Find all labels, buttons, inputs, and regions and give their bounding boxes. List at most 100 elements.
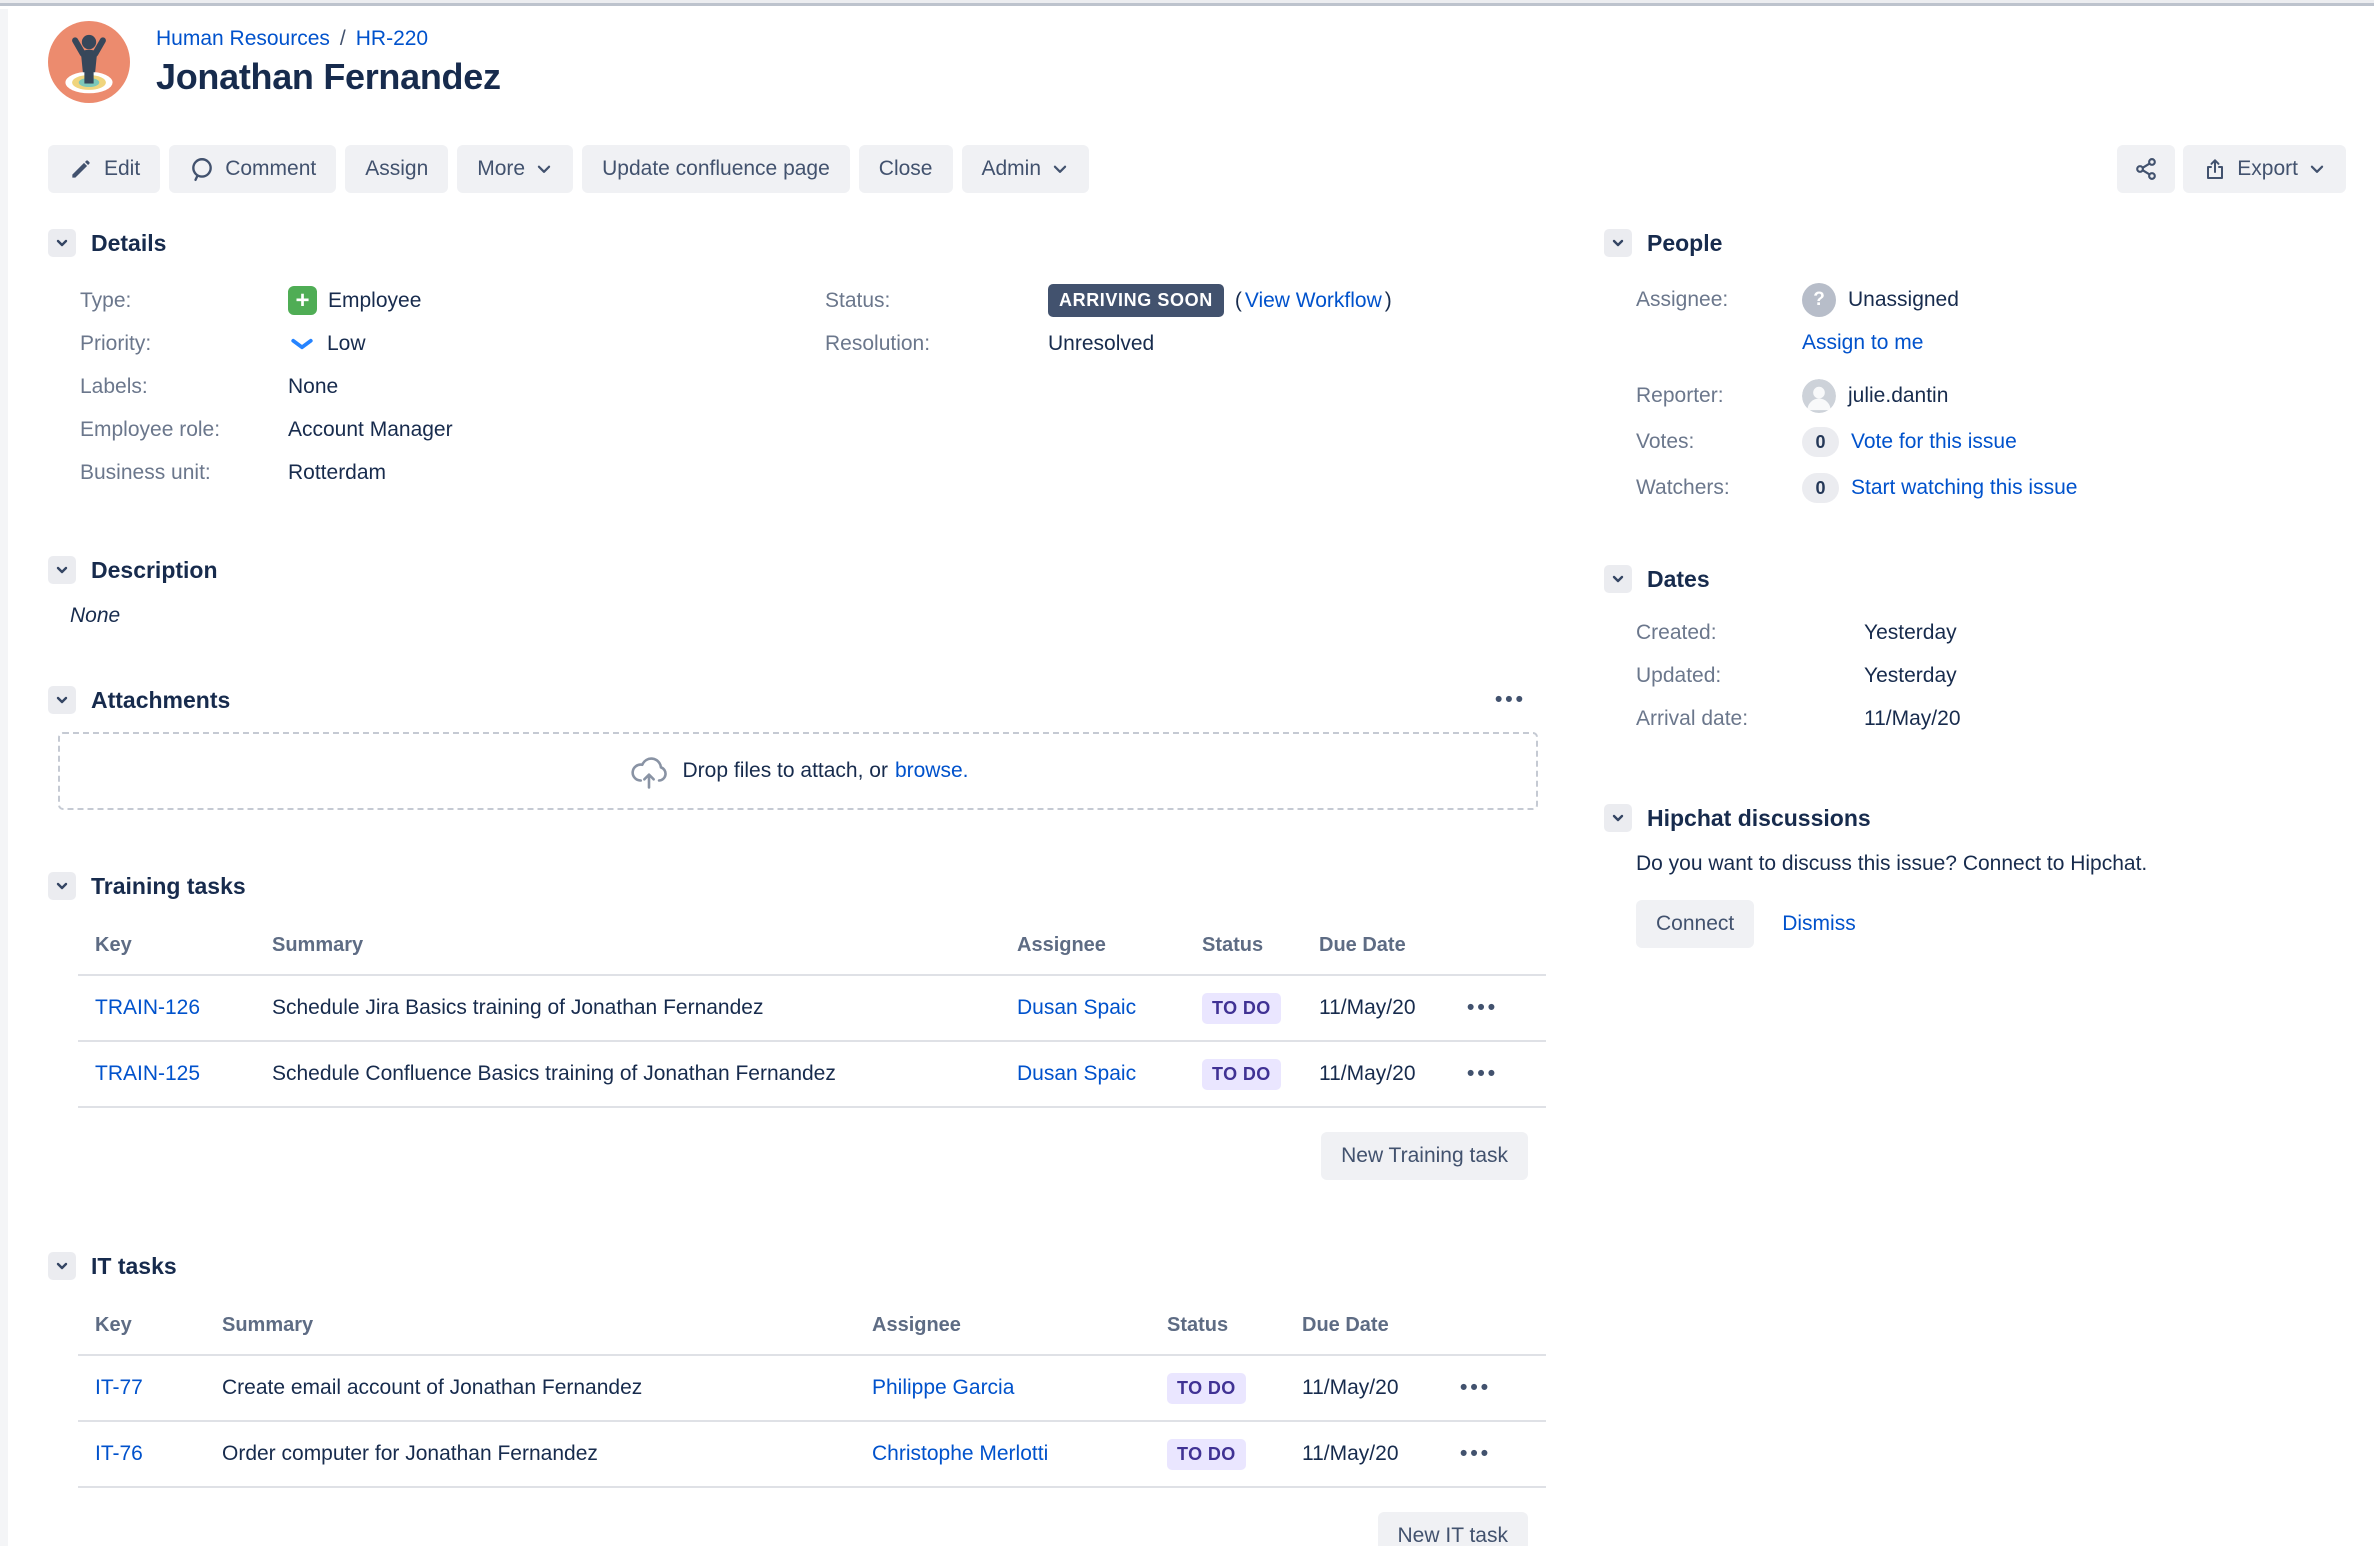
close-issue-button[interactable]: Close <box>858 145 953 193</box>
table-row: IT-76 Order computer for Jonathan Fernan… <box>78 1422 1546 1488</box>
hipchat-connect-button[interactable]: Connect <box>1636 900 1755 948</box>
share-icon <box>2136 158 2157 180</box>
arrival-date-row: Arrival date: 11/May/20 <box>1604 697 2344 740</box>
people-collapse-toggle[interactable] <box>1604 229 1632 257</box>
assignee-link[interactable]: Dusan Spaic <box>1017 1062 1136 1085</box>
task-summary: Order computer for Jonathan Fernandez <box>222 1442 598 1465</box>
assign-button[interactable]: Assign <box>345 145 449 193</box>
breadcrumb-project-link[interactable]: Human Resources <box>156 27 330 51</box>
edit-button[interactable]: Edit <box>48 145 161 193</box>
comment-bubble-icon <box>192 158 213 182</box>
assignee-link[interactable]: Christophe Merlotti <box>872 1442 1048 1465</box>
reporter-row: Reporter: julie.dantin <box>1604 373 2344 419</box>
admin-menu-button[interactable]: Admin <box>961 145 1090 193</box>
updated-row: Updated: Yesterday <box>1604 654 2344 697</box>
issue-content: Details Type: + Employee Priority: Low L… <box>48 229 2346 1546</box>
field-business-unit: Business unit: Rotterdam <box>48 451 803 494</box>
arrival-date-value: 11/May/20 <box>1864 706 1961 730</box>
view-workflow-link[interactable]: View Workflow <box>1245 289 1382 313</box>
field-type: Type: + Employee <box>48 279 803 322</box>
row-actions-button[interactable]: ••• <box>1452 1438 1499 1470</box>
comment-button[interactable]: Comment <box>169 145 337 193</box>
issue-key-link[interactable]: TRAIN-126 <box>95 996 200 1019</box>
sidebar-collapsed-edge[interactable] <box>0 9 8 1546</box>
attachments-dropzone[interactable]: Drop files to attach, or browse. <box>58 732 1538 810</box>
breadcrumb-issue-link[interactable]: HR-220 <box>356 27 428 51</box>
dates-section: Dates Created: Yesterday Updated: Yester… <box>1604 565 2344 740</box>
update-confluence-page-button[interactable]: Update confluence page <box>582 145 850 193</box>
assignee-link[interactable]: Philippe Garcia <box>872 1376 1014 1399</box>
employee-role-label: Employee role: <box>80 417 221 441</box>
row-actions-button[interactable]: ••• <box>1459 1058 1506 1090</box>
hipchat-dismiss-link[interactable]: Dismiss <box>1782 912 1856 936</box>
export-menu-button[interactable]: Export <box>2183 145 2346 193</box>
due-date: 11/May/20 <box>1319 1062 1416 1085</box>
row-actions-button[interactable]: ••• <box>1452 1372 1499 1404</box>
more-menu-button[interactable]: More <box>457 145 574 193</box>
jira-issue-view: Human Resources / HR-220 Jonathan Fernan… <box>0 0 2374 1546</box>
chevron-down-icon <box>56 696 68 704</box>
it-tasks-heading: IT tasks <box>91 1252 177 1279</box>
priority-value: Low <box>288 332 366 356</box>
breadcrumb: Human Resources / HR-220 <box>156 27 501 51</box>
dates-heading: Dates <box>1647 565 1710 592</box>
assignee-link[interactable]: Dusan Spaic <box>1017 996 1136 1019</box>
assignee-label: Assignee: <box>1636 288 1729 311</box>
new-it-task-button[interactable]: New IT task <box>1377 1512 1528 1546</box>
new-training-task-button[interactable]: New Training task <box>1321 1132 1528 1180</box>
training-table-header: Key Summary Assignee Status Due Date <box>78 934 1546 976</box>
toolbar-right-group: Export <box>2117 145 2346 193</box>
field-employee-role: Employee role: Account Manager <box>48 408 803 451</box>
hipchat-prompt-text: Do you want to discuss this issue? Conne… <box>1636 852 2148 875</box>
share-button[interactable] <box>2117 145 2176 193</box>
browse-files-link[interactable]: browse. <box>895 759 969 783</box>
vote-for-issue-link[interactable]: Vote for this issue <box>1851 430 2017 454</box>
training-tasks-collapse-toggle[interactable] <box>48 872 76 900</box>
assign-label: Assign <box>365 157 429 180</box>
issue-key-link[interactable]: TRAIN-125 <box>95 1062 200 1085</box>
business-unit-value: Rotterdam <box>288 460 387 484</box>
description-collapse-toggle[interactable] <box>48 556 76 584</box>
table-row: TRAIN-126 Schedule Jira Basics training … <box>78 976 1546 1042</box>
main-column: Details Type: + Employee Priority: Low L… <box>48 229 1548 1546</box>
details-right-fields: Status: ARRIVING SOON (View Workflow) Re… <box>803 279 1548 494</box>
issue-title[interactable]: Jonathan Fernandez <box>156 56 501 98</box>
dates-collapse-toggle[interactable] <box>1604 565 1632 593</box>
due-date: 11/May/20 <box>1302 1376 1399 1399</box>
it-tasks-collapse-toggle[interactable] <box>48 1252 76 1280</box>
row-actions-button[interactable]: ••• <box>1459 992 1506 1024</box>
updated-label: Updated: <box>1636 663 1722 687</box>
workflow-paren-close: ) <box>1384 288 1392 312</box>
chevron-down-icon <box>56 882 68 890</box>
due-date: 11/May/20 <box>1302 1442 1399 1465</box>
table-row: IT-77 Create email account of Jonathan F… <box>78 1356 1546 1422</box>
hipchat-collapse-toggle[interactable] <box>1604 804 1632 832</box>
details-collapse-toggle[interactable] <box>48 229 76 257</box>
column-header-key: Key <box>95 934 132 956</box>
dropzone-text: Drop files to attach, or <box>682 759 888 782</box>
votes-label: Votes: <box>1636 430 1695 453</box>
column-header-due-date: Due Date <box>1319 934 1406 956</box>
column-header-status: Status <box>1202 934 1264 956</box>
issue-key-link[interactable]: IT-77 <box>95 1376 143 1399</box>
attachments-heading: Attachments <box>91 686 231 713</box>
assign-to-me-link[interactable]: Assign to me <box>1802 331 1923 355</box>
created-value: Yesterday <box>1864 620 1957 644</box>
labels-label: Labels: <box>80 374 148 398</box>
attachments-more-options-button[interactable]: ••• <box>1487 684 1534 716</box>
issue-key-link[interactable]: IT-76 <box>95 1442 143 1465</box>
status-badge: TO DO <box>1202 992 1281 1024</box>
type-value-text: Employee <box>328 288 422 312</box>
details-left-fields: Type: + Employee Priority: Low Labels: N… <box>48 279 803 494</box>
attachments-collapse-toggle[interactable] <box>48 686 76 714</box>
due-date: 11/May/20 <box>1319 996 1416 1019</box>
column-header-assignee: Assignee <box>1017 934 1106 956</box>
business-unit-label: Business unit: <box>80 460 211 484</box>
comment-label: Comment <box>225 157 317 180</box>
training-tasks-heading: Training tasks <box>91 872 246 899</box>
assignee-row: Assignee: ? Unassigned <box>1604 277 2344 323</box>
resolution-label: Resolution: <box>825 331 931 355</box>
field-resolution: Resolution: Unresolved <box>803 322 1548 365</box>
description-value[interactable]: None <box>70 604 1548 628</box>
start-watching-link[interactable]: Start watching this issue <box>1851 476 2077 500</box>
